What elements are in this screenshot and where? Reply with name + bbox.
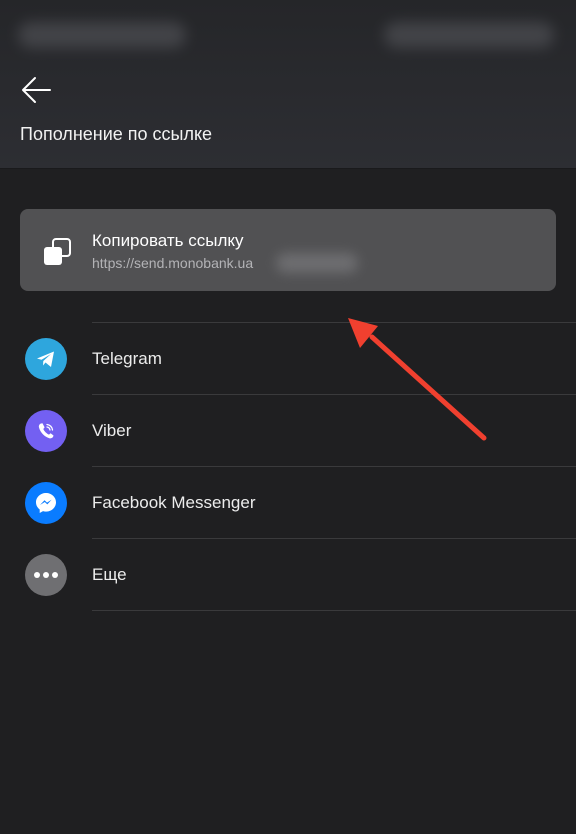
app-header: Пополнение по ссылке bbox=[0, 0, 576, 169]
viber-icon bbox=[25, 410, 67, 452]
copy-link-label: Копировать ссылку bbox=[92, 231, 244, 250]
telegram-icon bbox=[25, 338, 67, 380]
more-icon bbox=[25, 554, 67, 596]
back-button[interactable] bbox=[18, 72, 56, 108]
share-item-more[interactable]: Еще bbox=[0, 539, 576, 611]
share-item-viber[interactable]: Viber bbox=[0, 395, 576, 467]
copy-link-url: https://send.monobank.ua bbox=[92, 255, 254, 271]
share-item-facebook-messenger[interactable]: Facebook Messenger bbox=[0, 467, 576, 539]
share-item-telegram[interactable]: Telegram bbox=[0, 323, 576, 395]
status-bar-right-blurred bbox=[384, 22, 554, 48]
share-item-label: Viber bbox=[92, 421, 132, 440]
copy-icon bbox=[44, 238, 71, 265]
url-redaction-blur bbox=[276, 253, 358, 273]
share-item-label: Facebook Messenger bbox=[92, 493, 256, 512]
page-title: Пополнение по ссылке bbox=[20, 124, 213, 144]
share-item-label: Еще bbox=[92, 565, 127, 584]
arrow-left-icon bbox=[22, 77, 51, 103]
copy-link-button[interactable]: Копировать ссылку https://send.monobank.… bbox=[20, 209, 556, 291]
status-bar-left-blurred bbox=[18, 22, 186, 48]
divider bbox=[92, 610, 576, 611]
share-item-label: Telegram bbox=[92, 349, 162, 368]
messenger-icon bbox=[25, 482, 67, 524]
